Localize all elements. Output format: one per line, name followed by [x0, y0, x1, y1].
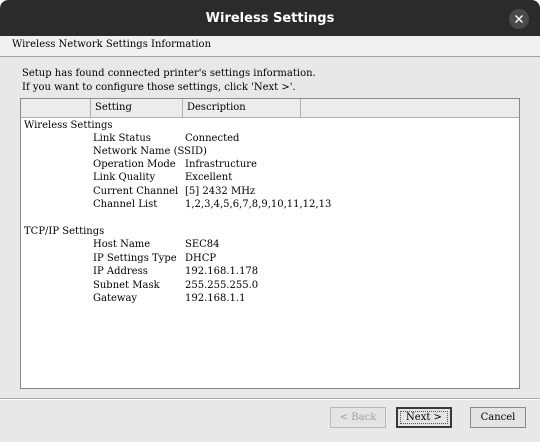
title-bar: Wireless Settings: [0, 0, 540, 36]
close-button[interactable]: [509, 9, 529, 29]
close-icon: [515, 15, 523, 23]
page-heading: Wireless Network Settings Information: [12, 39, 212, 50]
intro-text-line2: If you want to configure those settings,…: [22, 82, 296, 93]
column-header-setting[interactable]: Setting: [91, 99, 183, 117]
setting-name: Link Status: [93, 133, 151, 144]
setting-value: SEC84: [185, 239, 220, 250]
next-button[interactable]: Next >: [396, 407, 452, 428]
back-button[interactable]: < Back: [330, 407, 386, 428]
wireless-settings-window: Wireless Settings Wireless Network Setti…: [0, 0, 540, 442]
setting-value: DHCP: [185, 253, 217, 264]
column-header-group[interactable]: [21, 99, 91, 117]
column-header-description[interactable]: Description: [183, 99, 301, 117]
setting-name: Channel List: [93, 199, 158, 210]
setting-value: Connected: [185, 133, 240, 144]
setting-value: Infrastructure: [185, 159, 257, 170]
setting-name: Subnet Mask: [93, 280, 160, 291]
focus-ring: [400, 411, 448, 424]
setting-name: Current Channel: [93, 186, 179, 197]
group-label-wireless: Wireless Settings: [24, 120, 113, 131]
group-label-tcpip: TCP/IP Settings: [24, 226, 105, 237]
intro-text-line1: Setup has found connected printer's sett…: [22, 68, 316, 79]
setting-name: Link Quality: [93, 172, 156, 183]
setting-value: [5] 2432 MHz: [185, 186, 256, 197]
setting-name: IP Address: [93, 266, 148, 277]
setting-value: 192.168.1.1: [185, 293, 246, 304]
setting-name: Host Name: [93, 239, 151, 250]
settings-list[interactable]: Setting Description Wireless Settings Li…: [20, 98, 520, 389]
setting-value: 1,2,3,4,5,6,7,8,9,10,11,12,13: [185, 199, 332, 210]
setting-name: Operation Mode: [93, 159, 176, 170]
setting-name: Gateway: [93, 293, 138, 304]
window-title: Wireless Settings: [205, 11, 335, 26]
footer-divider: [0, 398, 540, 400]
column-header-row: Setting Description: [21, 99, 519, 118]
setting-value: Excellent: [185, 172, 233, 183]
cancel-button[interactable]: Cancel: [470, 407, 526, 428]
setting-value: 192.168.1.178: [185, 266, 259, 277]
setting-value: 255.255.255.0: [185, 280, 259, 291]
setting-name: IP Settings Type: [93, 253, 177, 264]
setting-name: Network Name (SSID): [93, 146, 207, 157]
header-band: Wireless Network Settings Information: [0, 36, 540, 57]
column-header-extra[interactable]: [301, 99, 519, 117]
